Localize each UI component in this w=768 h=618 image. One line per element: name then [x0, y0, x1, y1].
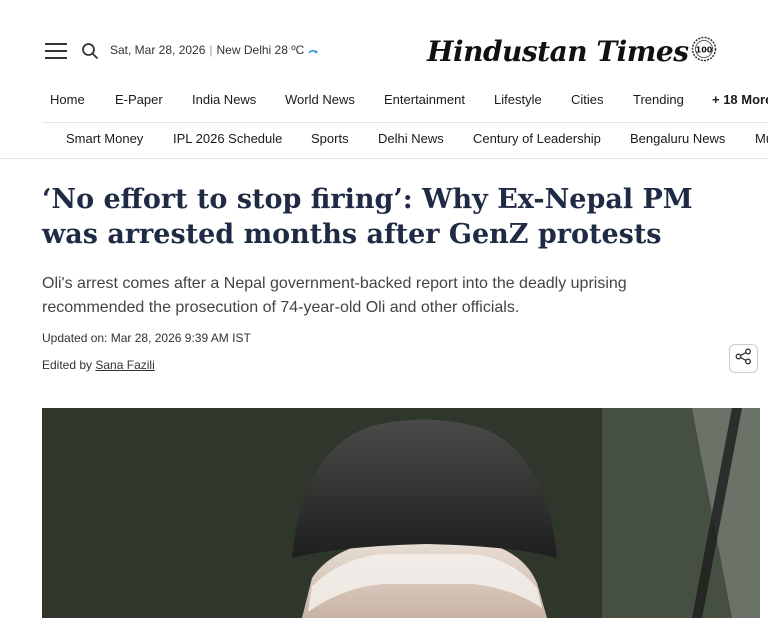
header-divider [0, 158, 768, 159]
byline: Edited by Sana Fazili [42, 358, 155, 372]
nav-more[interactable]: + 18 More [712, 92, 768, 107]
nav-home[interactable]: Home [50, 92, 85, 107]
nav-smart-money[interactable]: Smart Money [66, 131, 143, 146]
nav-delhi-news[interactable]: Delhi News [378, 131, 444, 146]
nav-ipl-schedule[interactable]: IPL 2026 Schedule [173, 131, 282, 146]
search-icon[interactable] [81, 42, 99, 60]
article-summary: Oli's arrest comes after a Nepal governm… [42, 275, 627, 316]
nav-mumbai-truncated[interactable]: Mu [755, 131, 768, 146]
nav-world-news[interactable]: World News [285, 92, 355, 107]
hero-photo-illustration [42, 408, 760, 618]
article-headline: ‘No effort to stop firing’: Why Ex-Nepal… [42, 184, 693, 250]
top-bar: Sat, Mar 28, 2026 | New Delhi 28 ºC Hindus… [0, 0, 768, 90]
byline-prefix: Edited by [42, 358, 96, 372]
current-date: Sat, Mar 28, 2026 [110, 43, 206, 57]
site-logo[interactable]: Hindustan Times 100 [427, 33, 717, 69]
nav-divider [42, 122, 768, 123]
updated-timestamp: Updated on: Mar 28, 2026 9:39 AM IST [42, 331, 251, 345]
weather-icon [308, 46, 318, 56]
nav-cities[interactable]: Cities [571, 92, 604, 107]
weather-text: New Delhi 28 ºC [216, 43, 305, 57]
editor-link[interactable]: Sana Fazili [95, 358, 154, 372]
dateline: Sat, Mar 28, 2026 | New Delhi 28 ºC [110, 43, 318, 57]
share-button[interactable] [729, 344, 758, 373]
secondary-nav: Smart Money IPL 2026 Schedule Sports Del… [0, 131, 768, 155]
nav-century-of-leadership[interactable]: Century of Leadership [473, 131, 601, 146]
logo-text: Hindustan Times [427, 34, 689, 68]
nav-lifestyle[interactable]: Lifestyle [494, 92, 542, 107]
logo-badge-text: 100 [695, 45, 712, 54]
hero-image [42, 408, 760, 618]
hamburger-icon[interactable] [45, 42, 67, 60]
nav-trending[interactable]: Trending [633, 92, 684, 107]
share-icon [735, 348, 752, 370]
nav-epaper[interactable]: E-Paper [115, 92, 163, 107]
primary-nav: Home E-Paper India News World News Enter… [0, 92, 768, 116]
nav-entertainment[interactable]: Entertainment [384, 92, 465, 107]
nav-sports[interactable]: Sports [311, 131, 349, 146]
date-separator: | [209, 43, 213, 57]
nav-india-news[interactable]: India News [192, 92, 256, 107]
nav-bengaluru-news[interactable]: Bengaluru News [630, 131, 725, 146]
centenary-badge-icon: 100 [691, 36, 717, 67]
